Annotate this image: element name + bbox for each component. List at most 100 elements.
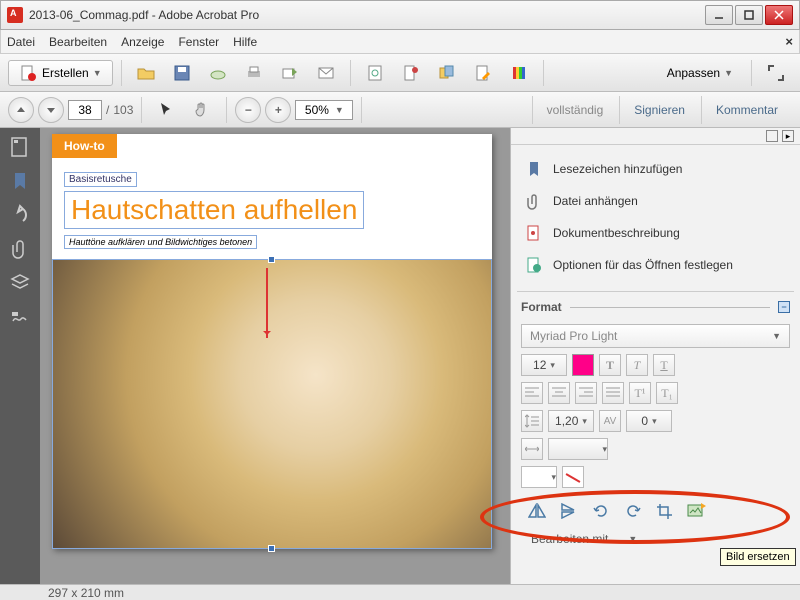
horizontal-scale-field[interactable]: ▾ (548, 438, 608, 460)
cloud-button[interactable] (202, 60, 234, 86)
customize-button[interactable]: Anpassen ▼ (657, 60, 743, 86)
chevron-down-icon: ▼ (772, 331, 781, 341)
flip-v-icon (560, 503, 578, 519)
app-icon (7, 7, 23, 23)
flip-vertical-button[interactable] (557, 500, 581, 522)
page-dimensions: 297 x 210 mm (48, 586, 124, 600)
hand-tool[interactable] (186, 97, 218, 123)
prev-page-button[interactable] (8, 97, 34, 123)
document-pane[interactable]: How-to Basisretusche Hautschatten aufhel… (40, 128, 510, 584)
export-icon (402, 64, 420, 82)
selected-image[interactable] (52, 259, 492, 549)
panel-menu-button[interactable] (766, 130, 778, 142)
next-page-button[interactable] (38, 97, 64, 123)
menu-help[interactable]: Hilfe (233, 35, 257, 49)
attach-file-item[interactable]: Datei anhängen (521, 185, 790, 217)
color-button[interactable] (503, 60, 535, 86)
italic-button[interactable]: T (626, 354, 648, 376)
edit-text-button[interactable] (467, 60, 499, 86)
edit-with-menu[interactable]: Bearbeiten mit... ▼ (521, 528, 790, 550)
page-total: 103 (113, 103, 133, 117)
menu-view[interactable]: Anzeige (121, 35, 164, 49)
paperclip-icon[interactable] (9, 238, 31, 260)
format-section-header[interactable]: Format − (511, 294, 800, 320)
headline-selection[interactable]: Hautschatten aufhellen (64, 191, 364, 229)
document-close-x[interactable]: × (785, 34, 793, 49)
no-stroke-swatch[interactable] (562, 466, 584, 488)
menu-edit[interactable]: Bearbeiten (49, 35, 107, 49)
zoom-in-button[interactable]: + (265, 97, 291, 123)
menu-file[interactable]: Datei (7, 35, 35, 49)
align-justify-button[interactable] (602, 382, 624, 404)
flip-horizontal-button[interactable] (525, 500, 549, 522)
font-family-select[interactable]: Myriad Pro Light ▼ (521, 324, 790, 348)
arrow-up-icon (16, 105, 26, 115)
chevron-down-icon: ▼ (93, 68, 102, 78)
zoom-out-button[interactable]: − (235, 97, 261, 123)
breadcrumb-selection[interactable]: Basisretusche (64, 172, 137, 187)
replace-image-button[interactable] (685, 500, 709, 522)
open-button[interactable] (130, 60, 162, 86)
rotate-cw-button[interactable] (621, 500, 645, 522)
minimize-button[interactable] (705, 5, 733, 25)
select-tool[interactable] (150, 97, 182, 123)
align-justify-icon (606, 387, 620, 399)
printer-icon (245, 64, 263, 82)
tab-sign[interactable]: Signieren (619, 96, 699, 124)
status-bar: 297 x 210 mm (0, 584, 800, 600)
page-number-input[interactable] (68, 100, 102, 120)
export-button[interactable] (395, 60, 427, 86)
align-right-button[interactable] (575, 382, 597, 404)
expand-icon (767, 64, 785, 82)
open-options-item[interactable]: Optionen für das Öffnen festlegen (521, 249, 790, 281)
page-category-tag: How-to (52, 134, 117, 158)
layers-icon[interactable] (9, 272, 31, 294)
signatures-icon[interactable] (9, 306, 31, 328)
align-center-icon (552, 387, 566, 399)
crop-button[interactable] (653, 500, 677, 522)
combine-button[interactable] (431, 60, 463, 86)
save-button[interactable] (166, 60, 198, 86)
menu-window[interactable]: Fenster (178, 35, 219, 49)
superscript-button[interactable]: T¹ (629, 382, 651, 404)
edit-text-icon (474, 64, 492, 82)
thumbnails-icon[interactable] (9, 136, 31, 158)
separator (350, 60, 351, 86)
underline-button[interactable]: T (653, 354, 675, 376)
resize-handle-bottom[interactable] (268, 545, 275, 552)
chevron-down-icon: ▾ (602, 444, 607, 455)
text-color-swatch[interactable] (572, 354, 594, 376)
line-spacing-icon (521, 410, 543, 432)
align-center-button[interactable] (548, 382, 570, 404)
tab-comment[interactable]: Kommentar (701, 96, 792, 124)
close-button[interactable] (765, 5, 793, 25)
create-button[interactable]: Erstellen ▼ (8, 60, 113, 86)
panel-collapse-button[interactable]: ▸ (782, 130, 794, 142)
fill-color-swatch[interactable]: ▾ (521, 466, 557, 488)
back-arrow-icon[interactable] (9, 204, 31, 226)
bookmark-icon[interactable] (9, 170, 31, 192)
print-button[interactable] (238, 60, 270, 86)
line-spacing-field[interactable]: 1,20▾ (548, 410, 594, 432)
subscript-button[interactable]: T₁ (656, 382, 678, 404)
collapse-icon[interactable]: − (778, 301, 790, 313)
tooltip: Bild ersetzen (720, 548, 796, 566)
subhead-selection[interactable]: Hauttöne aufklären und Bildwichtiges bet… (64, 235, 257, 249)
share-button[interactable] (274, 60, 306, 86)
font-size-field[interactable]: 12▾ (521, 354, 567, 376)
titlebar: 2013-06_Commag.pdf - Adobe Acrobat Pro (0, 0, 800, 30)
doc-properties-item[interactable]: Dokumentbeschreibung (521, 217, 790, 249)
rotate-ccw-button[interactable] (589, 500, 613, 522)
align-left-button[interactable] (521, 382, 543, 404)
bold-button[interactable]: T (599, 354, 621, 376)
maximize-button[interactable] (735, 5, 763, 25)
email-button[interactable] (310, 60, 342, 86)
tab-full[interactable]: vollständig (532, 96, 618, 124)
fullscreen-button[interactable] (760, 60, 792, 86)
add-bookmark-item[interactable]: Lesezeichen hinzufügen (521, 153, 790, 185)
zoom-field[interactable]: 50%▼ (295, 100, 353, 120)
resize-handle-top[interactable] (268, 256, 275, 263)
ocr-button[interactable] (359, 60, 391, 86)
rotate-ccw-icon (592, 503, 610, 519)
char-spacing-field[interactable]: 0▾ (626, 410, 672, 432)
